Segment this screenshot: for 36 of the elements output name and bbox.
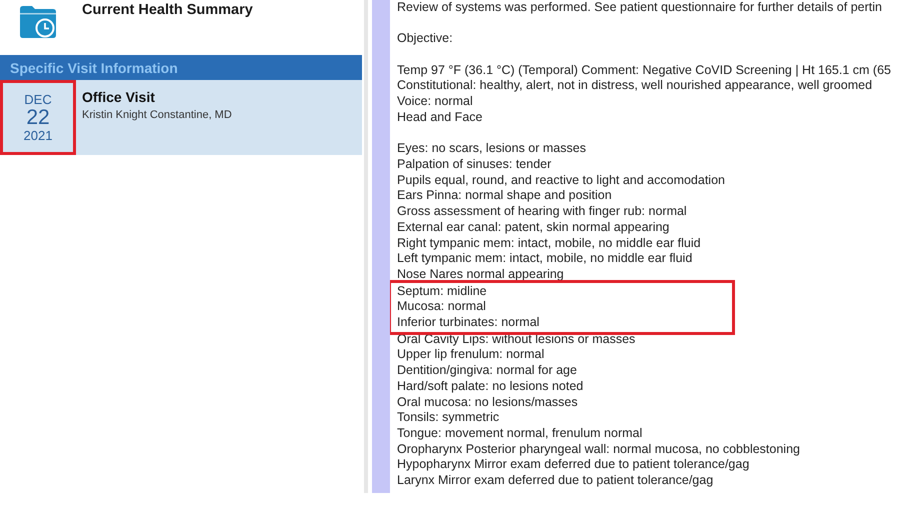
note-line: Ears Pinna: normal shape and position xyxy=(397,188,613,204)
visit-type: Office Visit xyxy=(82,89,156,105)
note-line: Tongue: movement normal, frenulum normal xyxy=(397,426,644,442)
provider-name: Kristin Knight Constantine, MD xyxy=(82,109,232,121)
note-line: Constitutional: healthy, alert, not in distress, well nourished appearance, well groomed xyxy=(397,78,874,94)
folder-clock-icon xyxy=(20,6,56,38)
section-header: Specific Visit Information xyxy=(0,55,362,80)
note-line: External ear canal: patent, skin normal appearing xyxy=(397,220,670,236)
section-title[interactable]: Current Health Summary xyxy=(82,2,253,18)
visit-row[interactable]: DEC 22 2021 Office Visit Kristin Knight Constantine, MD xyxy=(0,80,362,155)
note-line: Objective: xyxy=(397,31,454,48)
date-year: 2021 xyxy=(24,128,52,144)
date-day: 22 xyxy=(26,107,50,128)
note-line: Oral mucosa: no lesions/masses xyxy=(397,394,579,410)
note-line: Temp 97 °F (36.1 °C) (Temporal) Comment: Negative CoVID Screening | Ht 165.1 cm (65 xyxy=(397,62,892,78)
note-line: Voice: normal xyxy=(397,94,474,110)
note-line: Tonsils: symmetric xyxy=(397,410,500,426)
note-line: Dentition/gingiva: normal for age xyxy=(397,363,578,379)
note-line: Mucosa: normal xyxy=(397,299,487,316)
note-line: Pupils equal, round, and reactive to light and accomodation xyxy=(397,172,726,188)
note-line: Nose Nares normal appearing xyxy=(397,266,565,283)
note-line: Septum: midline xyxy=(397,284,488,300)
note-line: Larynx Mirror exam deferred due to patient tolerance/gag xyxy=(397,473,714,489)
note-line: Left tympanic mem: intact, mobile, no middle ear fluid xyxy=(397,251,694,267)
note-line: Gross assessment of hearing with finger rub: normal xyxy=(397,204,688,220)
note-line: Hypopharynx Mirror exam deferred due to patient tolerance/gag xyxy=(397,457,750,474)
note-line: Right tympanic mem: intact, mobile, no middle ear fluid xyxy=(397,236,702,252)
note-line: Eyes: no scars, lesions or masses xyxy=(397,141,587,157)
note-line: Hard/soft palate: no lesions noted xyxy=(397,378,584,395)
note-line: Oropharynx Posterior pharyngeal wall: normal mucosa, no cobblestoning xyxy=(397,442,801,458)
note-line: Head and Face xyxy=(397,110,484,126)
date-month: DEC xyxy=(24,92,52,107)
note-line: Review of systems was performed. See patient questionnaire for further details of pertin xyxy=(397,0,883,16)
note-line: Inferior turbinates: normal xyxy=(397,315,540,331)
note-line: Upper lip frenulum: normal xyxy=(397,347,546,364)
note-line: Palpation of sinuses: tender xyxy=(397,156,552,173)
